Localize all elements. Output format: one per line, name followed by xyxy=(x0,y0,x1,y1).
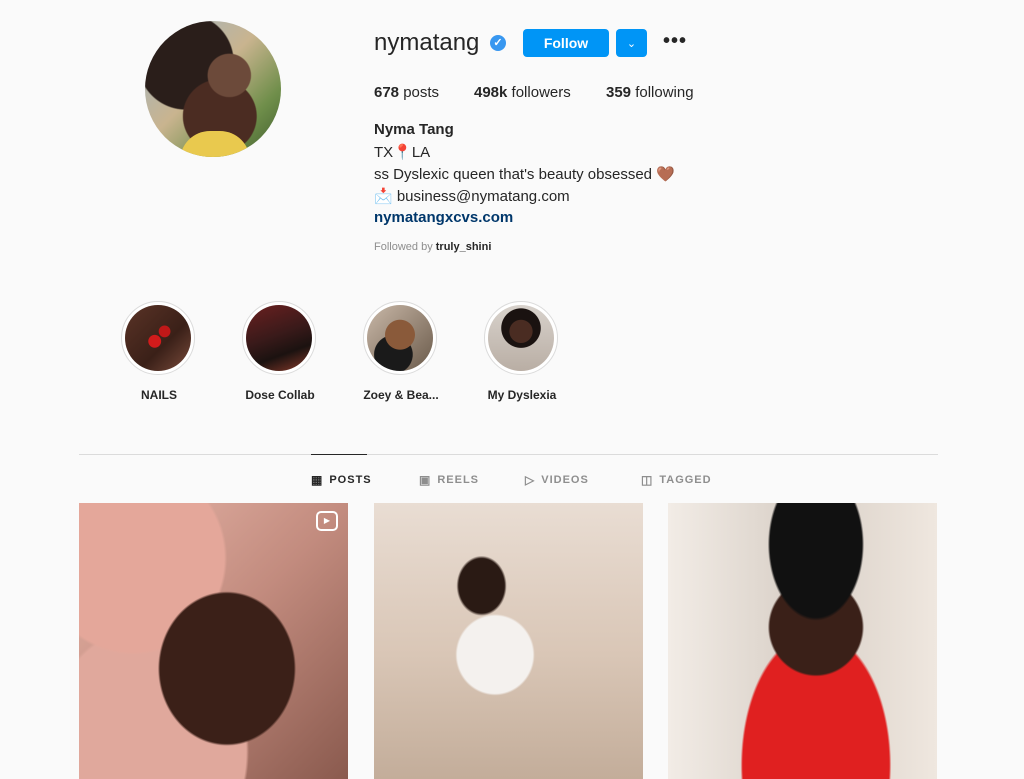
reels-icon: ▣ xyxy=(419,473,432,487)
full-name: Nyma Tang xyxy=(374,121,454,138)
following-count[interactable]: 359 following xyxy=(606,84,694,101)
bio-description: ss Dyslexic queen that's beauty obsessed… xyxy=(374,166,675,183)
follow-button[interactable]: Follow xyxy=(523,29,609,57)
video-play-icon: ▷ xyxy=(525,473,536,487)
website-link[interactable]: nymatangxcvs.com xyxy=(374,209,513,226)
username: nymatang xyxy=(374,29,480,56)
highlight-zoey-bea[interactable]: Zoey & Bea... xyxy=(363,301,439,402)
followers-count[interactable]: 498k followers xyxy=(474,84,571,101)
bio-location: TX📍LA xyxy=(374,144,431,161)
highlight-my-dyslexia[interactable]: My Dyslexia xyxy=(484,301,560,402)
highlight-image xyxy=(246,305,312,371)
highlight-dose-collab[interactable]: Dose Collab xyxy=(242,301,318,402)
active-tab-indicator xyxy=(311,454,367,455)
profile-avatar[interactable] xyxy=(145,21,281,157)
more-options-icon[interactable]: ••• xyxy=(663,30,687,53)
suggested-accounts-button[interactable]: ⌄ xyxy=(616,29,647,57)
bio-email: 📩 business@nymatang.com xyxy=(374,188,570,205)
verified-badge-icon: ✓ xyxy=(490,35,506,51)
highlight-label: NAILS xyxy=(141,388,177,402)
reel-icon: ▶ xyxy=(316,511,338,531)
highlight-nails[interactable]: NAILS xyxy=(121,301,197,402)
highlight-label: Dose Collab xyxy=(245,388,315,402)
tab-tagged[interactable]: ◫ TAGGED xyxy=(641,473,712,487)
tab-posts[interactable]: ▦ POSTS xyxy=(311,473,372,487)
post-thumbnail[interactable] xyxy=(374,503,643,779)
highlight-label: My Dyslexia xyxy=(487,388,557,402)
highlight-image xyxy=(125,305,191,371)
highlight-label: Zoey & Bea... xyxy=(363,388,439,402)
followed-by[interactable]: Followed by truly_shini xyxy=(374,241,491,253)
tab-videos[interactable]: ▷ VIDEOS xyxy=(525,473,589,487)
highlight-image xyxy=(367,305,433,371)
post-thumbnail[interactable] xyxy=(668,503,937,779)
tab-reels[interactable]: ▣ REELS xyxy=(419,473,479,487)
posts-count: 678 posts xyxy=(374,84,440,101)
tagged-icon: ◫ xyxy=(641,473,654,487)
highlight-image xyxy=(488,305,554,371)
post-thumbnail[interactable]: ▶ xyxy=(79,503,348,779)
chevron-down-icon: ⌄ xyxy=(626,37,637,50)
grid-icon: ▦ xyxy=(311,473,324,487)
tab-divider xyxy=(79,454,938,455)
